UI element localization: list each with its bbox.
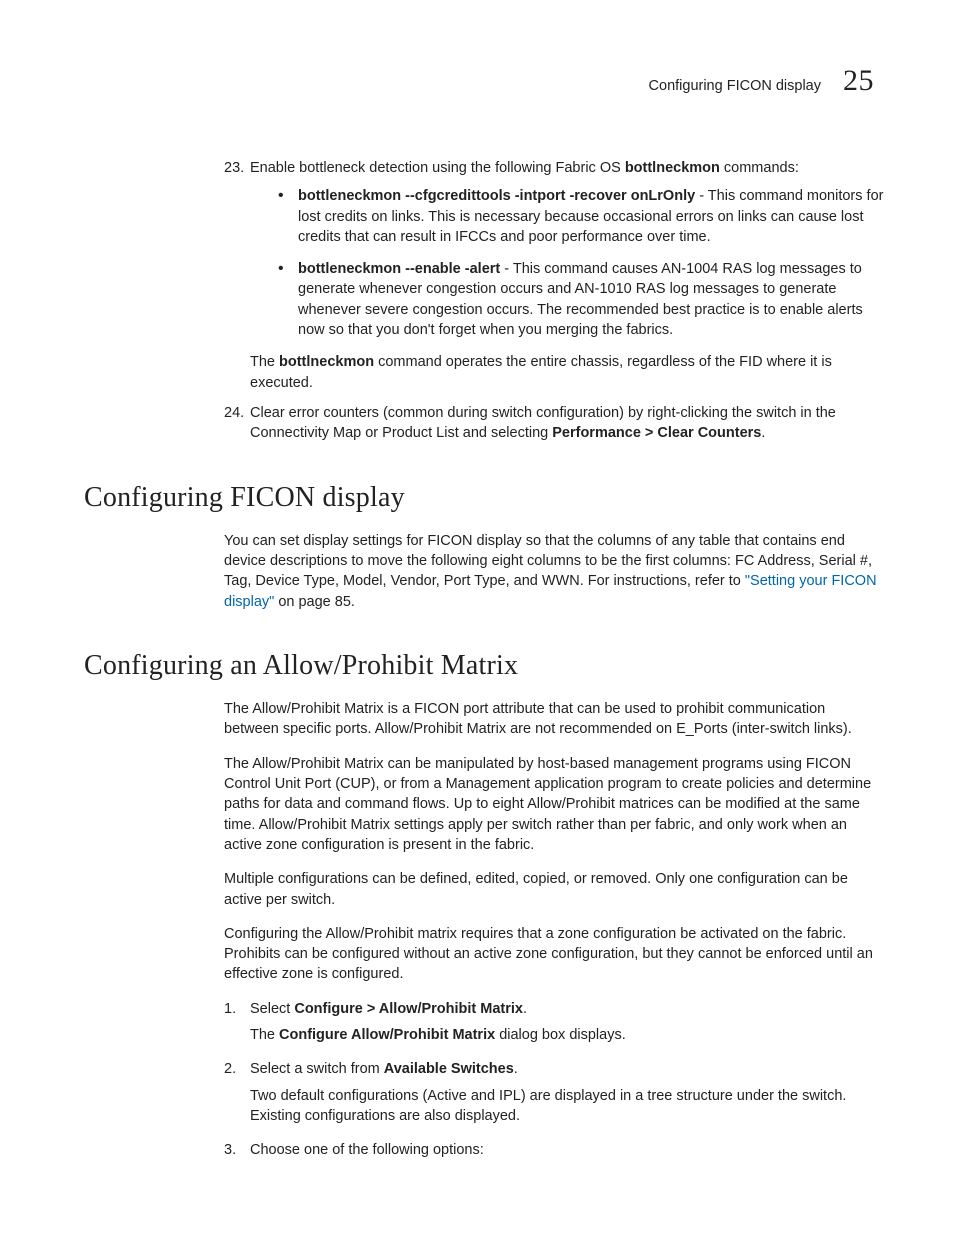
step-number: 2. <box>224 1059 250 1079</box>
dialog-name: Configure Allow/Prohibit Matrix <box>279 1027 495 1043</box>
header-page-number: 25 <box>843 60 874 102</box>
command-name: bottlneckmon <box>279 354 374 370</box>
step-2: 2. Select a switch from Available Switch… <box>224 1059 884 1079</box>
command-name: bottlneckmon <box>625 160 720 176</box>
step-text: Select a switch from Available Switches. <box>250 1059 884 1079</box>
step-text: Select Configure > Allow/Prohibit Matrix… <box>250 999 884 1019</box>
text: dialog box displays. <box>495 1027 626 1043</box>
paragraph: The Allow/Prohibit Matrix can be manipul… <box>224 754 884 855</box>
section-body: You can set display settings for FICON d… <box>224 531 884 612</box>
command: bottleneckmon --enable -alert <box>298 261 500 277</box>
command: bottleneckmon --cfgcredittools -intport … <box>298 188 695 204</box>
text: commands: <box>720 160 799 176</box>
step-number: 1. <box>224 999 250 1019</box>
text: The <box>250 354 279 370</box>
paragraph: Configuring the Allow/Prohibit matrix re… <box>224 924 884 985</box>
continued-list: 23. Enable bottleneck detection using th… <box>224 158 884 444</box>
list-number: 23. <box>224 158 250 393</box>
list-item-23: 23. Enable bottleneck detection using th… <box>224 158 884 393</box>
ui-label: Available Switches <box>384 1061 514 1077</box>
list-item-24: 24. Clear error counters (common during … <box>224 403 884 444</box>
bullet-list: bottleneckmon --cfgcredittools -intport … <box>278 186 884 340</box>
note-text: The bottlneckmon command operates the en… <box>250 352 884 393</box>
step-1: 1. Select Configure > Allow/Prohibit Mat… <box>224 999 884 1019</box>
text: . <box>514 1061 518 1077</box>
text: The <box>250 1027 279 1043</box>
step-3: 3. Choose one of the following options: <box>224 1140 884 1160</box>
bullet-item: bottleneckmon --cfgcredittools -intport … <box>278 186 884 247</box>
menu-path: Configure > Allow/Prohibit Matrix <box>294 1001 523 1017</box>
list-text: Clear error counters (common during swit… <box>250 403 884 444</box>
text: Select <box>250 1001 294 1017</box>
section-heading-allow-prohibit: Configuring an Allow/Prohibit Matrix <box>84 646 884 685</box>
paragraph: Multiple configurations can be defined, … <box>224 869 884 910</box>
text: on page 85. <box>274 594 355 610</box>
paragraph: The Allow/Prohibit Matrix is a FICON por… <box>224 699 884 740</box>
list-text: Enable bottleneck detection using the fo… <box>250 158 884 178</box>
section-body: The Allow/Prohibit Matrix is a FICON por… <box>224 699 884 1160</box>
step-sub: Two default configurations (Active and I… <box>250 1086 884 1127</box>
bullet-item: bottleneckmon --enable -alert - This com… <box>278 259 884 340</box>
text: . <box>761 425 765 441</box>
page-header: Configuring FICON display 25 <box>84 60 884 102</box>
page: Configuring FICON display 25 23. Enable … <box>0 0 954 1235</box>
step-sub: The Configure Allow/Prohibit Matrix dial… <box>250 1025 884 1045</box>
step-text: Choose one of the following options: <box>250 1140 884 1160</box>
header-title: Configuring FICON display <box>649 76 821 96</box>
text: Select a switch from <box>250 1061 384 1077</box>
numbered-steps: 1. Select Configure > Allow/Prohibit Mat… <box>224 999 884 1161</box>
text: Enable bottleneck detection using the fo… <box>250 160 625 176</box>
step-number: 3. <box>224 1140 250 1160</box>
paragraph: You can set display settings for FICON d… <box>224 531 884 612</box>
list-number: 24. <box>224 403 250 444</box>
text: . <box>523 1001 527 1017</box>
menu-path: Performance > Clear Counters <box>552 425 761 441</box>
section-heading-ficon-display: Configuring FICON display <box>84 478 884 517</box>
